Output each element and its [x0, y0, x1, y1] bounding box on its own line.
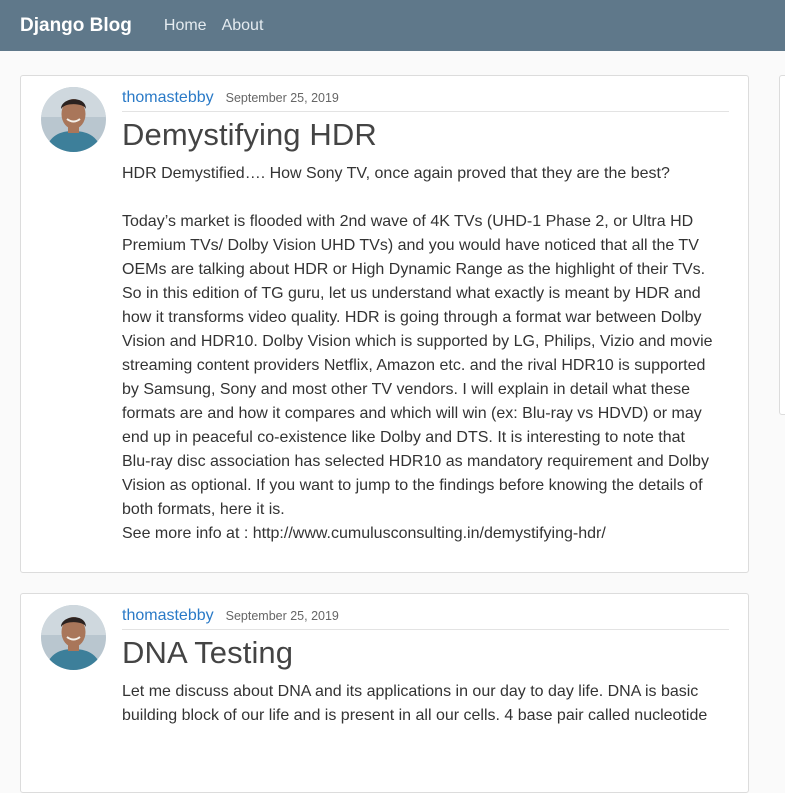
nav-link-about[interactable]: About [222, 17, 264, 35]
post-more-info: See more info at : http://www.cumuluscon… [122, 525, 606, 542]
post-line: end up in peaceful co-existence like Dol… [122, 429, 685, 446]
post-title[interactable]: DNA Testing [122, 635, 293, 671]
navbar: Django Blog Home About [0, 0, 785, 51]
brand-link[interactable]: Django Blog [20, 15, 132, 37]
post-card: thomastebby September 25, 2019 DNA Testi… [20, 593, 749, 793]
post-meta: thomastebby September 25, 2019 [122, 607, 729, 630]
post-card: thomastebby September 25, 2019 Demystify… [20, 75, 749, 573]
post-line: Vision and HDR10. Dolby Vision which is … [122, 333, 713, 350]
post-title[interactable]: Demystifying HDR [122, 117, 377, 153]
post-content: HDR Demystified…. How Sony TV, once agai… [122, 162, 729, 546]
post-line: Let me discuss about DNA and its applica… [122, 683, 699, 700]
post-line: Today’s market is flooded with 2nd wave … [122, 213, 694, 230]
sidebar-card [779, 75, 785, 415]
post-line: So in this edition of TG guru, let us un… [122, 285, 701, 302]
post-line: Vision as optional. If you want to jump … [122, 477, 703, 494]
post-line: how it transforms video quality. HDR is … [122, 309, 702, 326]
post-line: building block of our life and is presen… [122, 707, 708, 724]
post-line: by Samsung, Sony and most other TV vendo… [122, 381, 691, 398]
post-line: Premium TVs/ Dolby Vision UHD TVs) and y… [122, 237, 699, 254]
author-avatar [41, 87, 106, 152]
author-avatar [41, 605, 106, 670]
post-intro: HDR Demystified…. How Sony TV, once agai… [122, 165, 670, 182]
post-date: September 25, 2019 [225, 91, 339, 105]
post-line: Blu-ray disc association has selected HD… [122, 453, 709, 470]
nav-link-home[interactable]: Home [164, 17, 207, 35]
post-line: formats are and how it compares and whic… [122, 405, 702, 422]
author-link[interactable]: thomastebby [122, 607, 214, 625]
post-meta: thomastebby September 25, 2019 [122, 89, 729, 112]
post-line: OEMs are talking about HDR or High Dynam… [122, 261, 706, 278]
post-line: streaming content providers Netflix, Ama… [122, 357, 706, 374]
post-line: both formats, here it is. [122, 501, 285, 518]
author-link[interactable]: thomastebby [122, 89, 214, 107]
post-date: September 25, 2019 [225, 609, 339, 623]
